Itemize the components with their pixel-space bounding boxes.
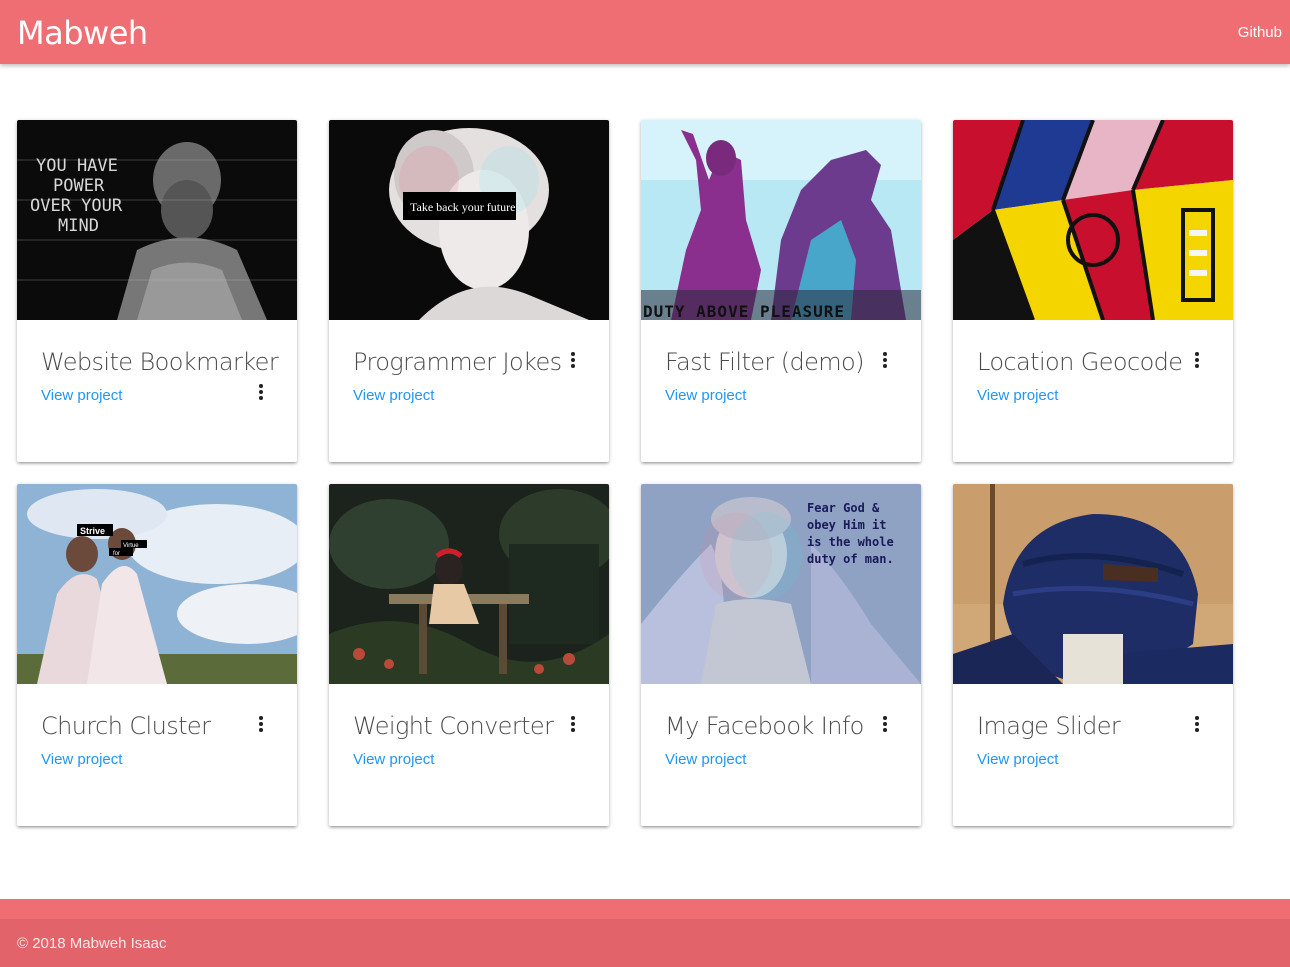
svg-text:OVER YOUR: OVER YOUR xyxy=(30,196,123,216)
view-project-link[interactable]: View project xyxy=(353,750,434,770)
view-project-link[interactable]: View project xyxy=(41,386,122,406)
brand-logo[interactable]: Mabweh xyxy=(17,13,148,53)
card-image[interactable]: DUTY ABOVE PLEASURE xyxy=(641,120,921,320)
project-card-image-slider: Image Slider View project xyxy=(953,484,1233,826)
top-navbar: Mabweh Github xyxy=(0,0,1290,64)
footer-copyright-bar: © 2018 Mabweh Isaac xyxy=(0,919,1290,967)
svg-text:duty of man.: duty of man. xyxy=(807,552,894,566)
more-vert-icon[interactable] xyxy=(255,382,267,402)
svg-text:Take back your future: Take back your future xyxy=(410,200,515,214)
card-title[interactable]: Church Cluster xyxy=(41,710,211,742)
card-image[interactable]: Strive for Virtue xyxy=(17,484,297,684)
more-vert-icon[interactable] xyxy=(1191,714,1203,734)
view-project-link[interactable]: View project xyxy=(665,750,746,770)
svg-text:obey Him it: obey Him it xyxy=(807,518,886,532)
card-image[interactable]: Fear God & obey Him it is the whole duty… xyxy=(641,484,921,684)
card-title[interactable]: Website Bookmarker xyxy=(41,346,279,378)
svg-text:is the whole: is the whole xyxy=(807,535,894,549)
card-title[interactable]: Programmer Jokes xyxy=(353,346,562,378)
project-card-weight-converter: Weight Converter View project xyxy=(329,484,609,826)
more-vert-icon[interactable] xyxy=(879,350,891,370)
more-vert-icon[interactable] xyxy=(567,350,579,370)
card-image[interactable]: Take back your future xyxy=(329,120,609,320)
view-project-link[interactable]: View project xyxy=(353,386,434,406)
card-image[interactable] xyxy=(953,120,1233,320)
svg-text:Virtue: Virtue xyxy=(123,543,139,549)
image-caption-line: YOU HAVE xyxy=(36,156,118,176)
svg-text:POWER: POWER xyxy=(53,176,105,196)
project-card-location-geocode: Location Geocode View project xyxy=(953,120,1233,462)
project-card-church-cluster: Strive for Virtue Church Cluster View pr… xyxy=(17,484,297,826)
card-image[interactable]: YOU HAVE POWER OVER YOUR MIND xyxy=(17,120,297,320)
copyright-text: © 2018 Mabweh Isaac xyxy=(17,935,167,952)
more-vert-icon[interactable] xyxy=(567,714,579,734)
view-project-link[interactable]: View project xyxy=(977,386,1058,406)
more-vert-icon[interactable] xyxy=(1191,350,1203,370)
svg-text:Fear God &: Fear God & xyxy=(807,501,880,515)
card-title[interactable]: Fast Filter (demo) xyxy=(665,346,865,378)
page-footer: © 2018 Mabweh Isaac xyxy=(0,899,1290,967)
more-vert-icon[interactable] xyxy=(879,714,891,734)
view-project-link[interactable]: View project xyxy=(41,750,122,770)
card-title[interactable]: Location Geocode xyxy=(977,346,1183,378)
svg-text:for: for xyxy=(113,551,120,557)
project-card-fast-filter: DUTY ABOVE PLEASURE Fast Filter (demo) V… xyxy=(641,120,921,462)
card-image[interactable] xyxy=(953,484,1233,684)
card-image[interactable] xyxy=(329,484,609,684)
more-vert-icon[interactable] xyxy=(255,714,267,734)
view-project-link[interactable]: View project xyxy=(665,386,746,406)
github-link[interactable]: Github xyxy=(1238,23,1282,43)
project-card-my-facebook-info: Fear God & obey Him it is the whole duty… xyxy=(641,484,921,826)
project-card-programmer-jokes: Take back your future Programmer Jokes V… xyxy=(329,120,609,462)
project-card-website-bookmarker: YOU HAVE POWER OVER YOUR MIND Website Bo… xyxy=(17,120,297,462)
card-title[interactable]: Weight Converter xyxy=(353,710,554,742)
svg-text:Strive: Strive xyxy=(80,526,105,536)
card-title[interactable]: My Facebook Info xyxy=(665,710,864,742)
view-project-link[interactable]: View project xyxy=(977,750,1058,770)
svg-text:MIND: MIND xyxy=(58,216,99,236)
card-title[interactable]: Image Slider xyxy=(977,710,1121,742)
svg-text:DUTY ABOVE PLEASURE: DUTY ABOVE PLEASURE xyxy=(643,302,845,320)
